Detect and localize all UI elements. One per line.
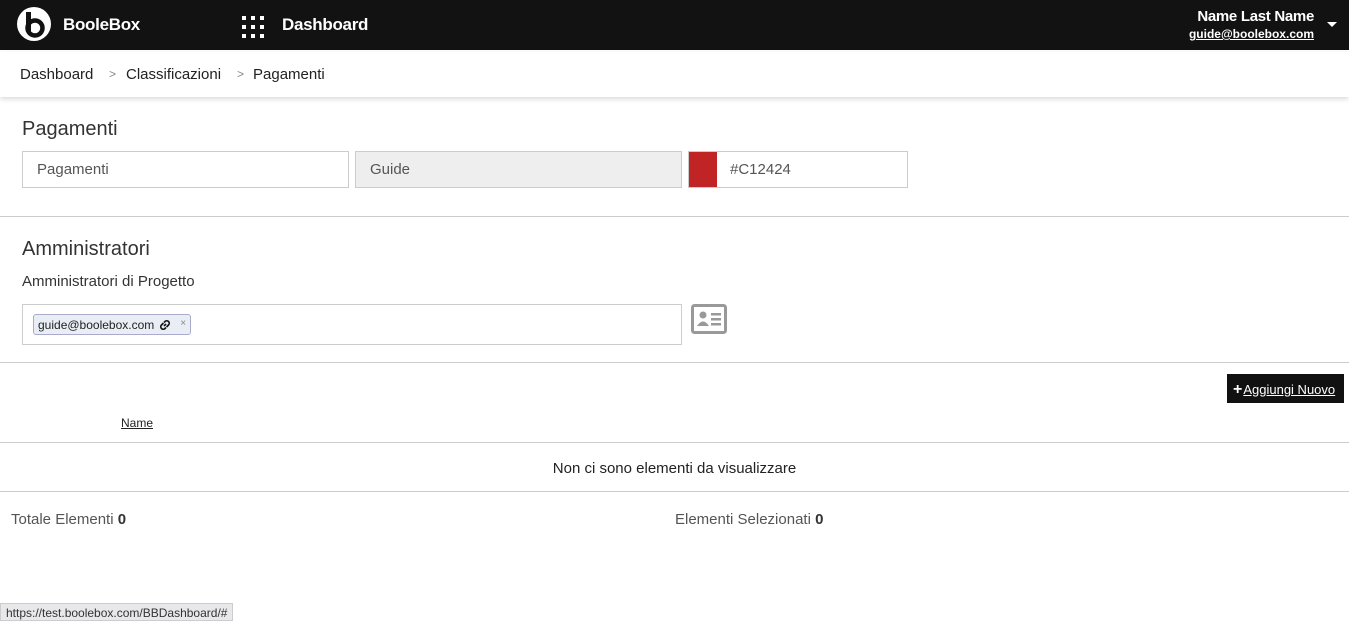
breadcrumb: Dashboard > Classificazioni > Pagamenti (0, 52, 1349, 97)
breadcrumb-separator: > (109, 67, 117, 81)
classification-name-input[interactable]: Pagamenti (22, 151, 349, 188)
user-name[interactable]: Name Last Name (1197, 8, 1314, 25)
color-swatch[interactable] (689, 152, 717, 187)
table-footer-divider (0, 491, 1349, 492)
admins-tag-input[interactable]: guide@boolebox.com × (22, 304, 682, 345)
admin-tag-label: guide@boolebox.com (38, 318, 155, 332)
add-new-label: Aggiungi Nuovo (1243, 382, 1336, 397)
top-navbar: BooleBox Dashboard Name Last Name guide@… (0, 0, 1349, 50)
selected-items-label: Elementi Selezionati (675, 511, 811, 528)
boolebox-logo-icon[interactable] (17, 7, 51, 41)
breadcrumb-classificazioni[interactable]: Classificazioni (126, 66, 221, 83)
address-card-icon[interactable] (691, 304, 727, 334)
divider (0, 362, 1349, 363)
brand-name[interactable]: BooleBox (63, 15, 140, 35)
total-items-label: Totale Elementi (11, 511, 114, 528)
empty-table-message: Non ci sono elementi da visualizzare (552, 460, 797, 477)
total-items: Totale Elementi 0 (11, 511, 126, 528)
admins-title: Amministratori (22, 238, 150, 260)
apps-grid-icon[interactable] (242, 16, 264, 38)
selected-items-count: 0 (815, 511, 824, 528)
browser-status-url: https://test.boolebox.com/BBDashboard/# (0, 603, 234, 621)
link-icon[interactable] (158, 318, 172, 332)
breadcrumb-current: Pagamenti (253, 66, 325, 83)
classification-title: Pagamenti (22, 118, 118, 140)
selected-items: Elementi Selezionati 0 (675, 511, 823, 528)
classification-category-input: Guide (355, 151, 682, 188)
user-menu-caret-icon[interactable] (1327, 22, 1337, 27)
add-new-button[interactable]: +Aggiungi Nuovo (1227, 374, 1344, 403)
remove-tag-icon[interactable]: × (180, 318, 186, 334)
column-header-name[interactable]: Name (121, 416, 153, 430)
admin-tag: guide@boolebox.com × (33, 314, 192, 335)
total-items-count: 0 (117, 511, 127, 528)
color-hex-input[interactable]: #C12424 (688, 151, 908, 188)
divider (0, 216, 1349, 217)
breadcrumb-dashboard[interactable]: Dashboard (20, 66, 93, 83)
nav-title[interactable]: Dashboard (282, 15, 368, 35)
plus-icon: + (1233, 381, 1243, 398)
user-email-link[interactable]: guide@boolebox.com (1189, 27, 1314, 41)
table-header-divider (0, 442, 1349, 443)
project-admins-label: Amministratori di Progetto (22, 273, 195, 290)
breadcrumb-separator: > (237, 67, 245, 81)
